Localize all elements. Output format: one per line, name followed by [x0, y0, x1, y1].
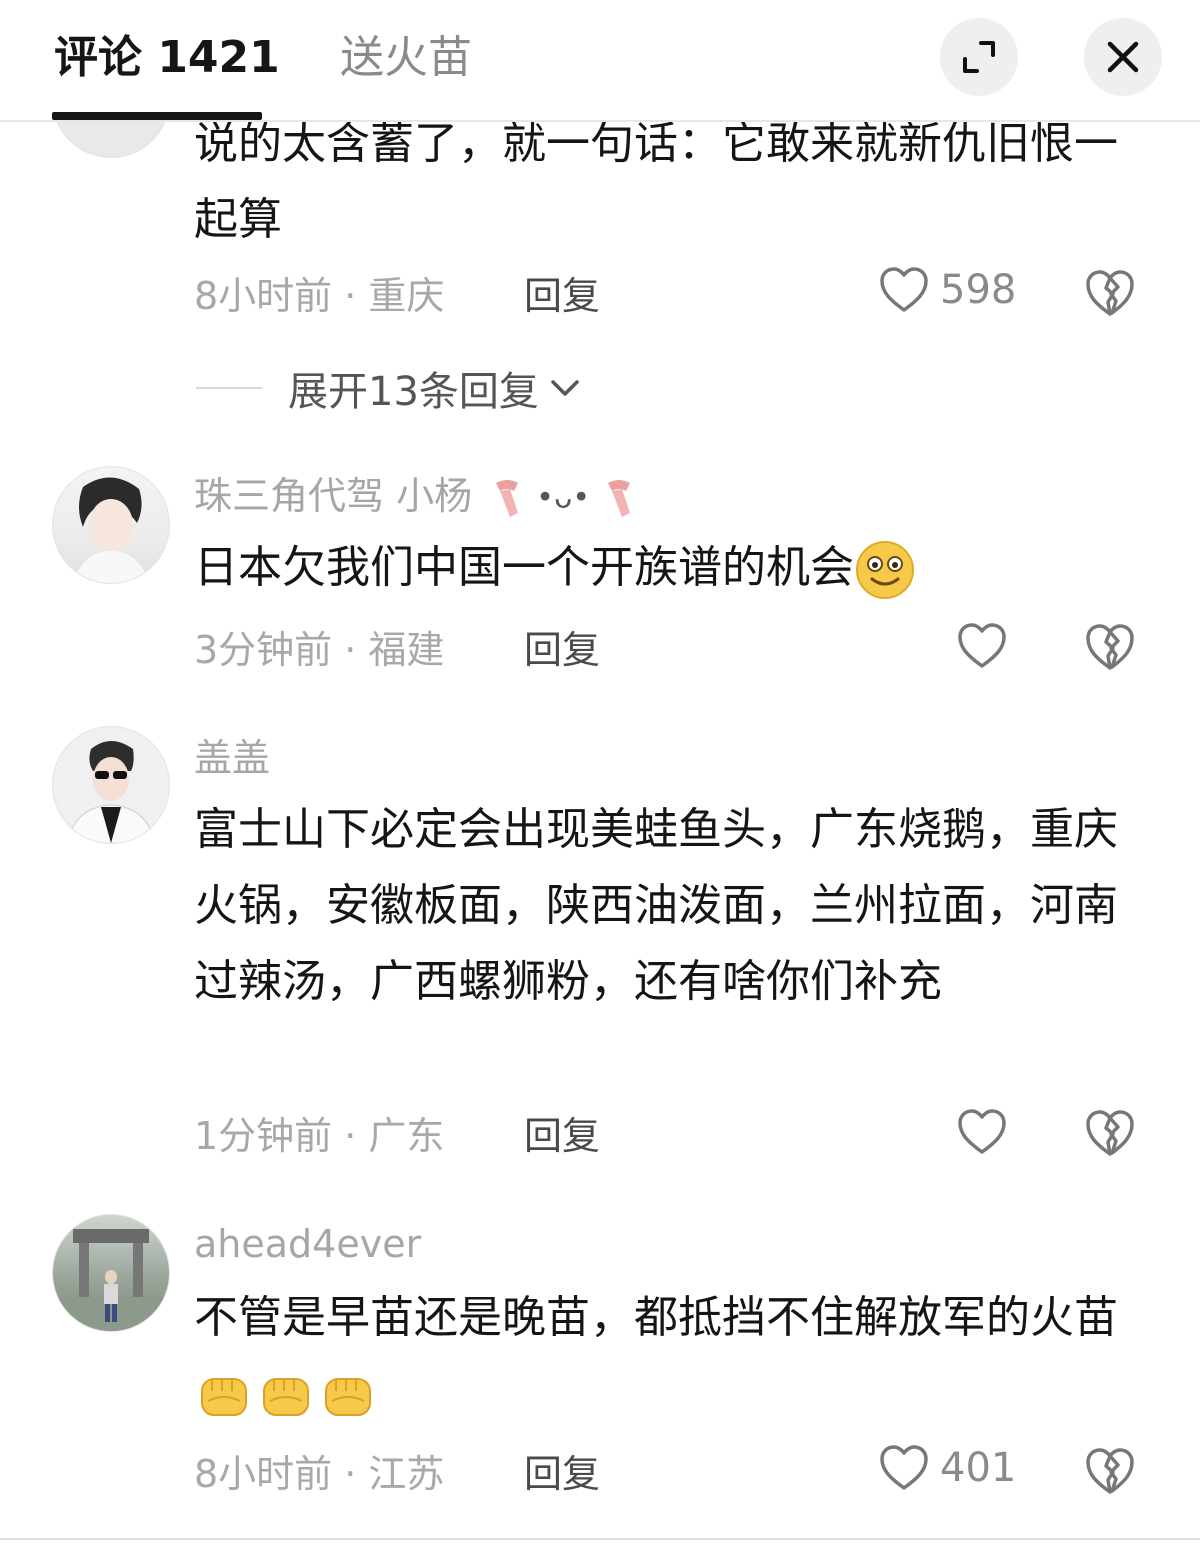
- reply-button[interactable]: 回复: [524, 272, 600, 320]
- like-button[interactable]: 598: [878, 266, 1016, 314]
- comment-meta: 8小时前 · 重庆: [194, 274, 445, 318]
- comment-text: 富士山下必定会出现美蛙鱼头，广东烧鹅，重庆火锅，安徽板面，陕西油泼面，兰州拉面，…: [194, 804, 1118, 1007]
- avatar-image: [53, 1229, 169, 1331]
- like-count: 598: [940, 267, 1017, 313]
- active-tab-indicator: [52, 112, 262, 120]
- bottom-divider: [0, 1538, 1200, 1540]
- fist-emoji-icon: [325, 1378, 371, 1416]
- expand-icon: [963, 41, 995, 73]
- dislike-button[interactable]: [1084, 622, 1136, 676]
- comment-text: 不管是早苗还是晚苗，都抵挡不住解放军的火苗: [194, 1280, 1154, 1432]
- expand-replies[interactable]: 展开13条回复: [196, 362, 583, 415]
- comment-text: 日本欠我们中国一个开族谱的机会: [194, 530, 1154, 606]
- avatar[interactable]: [52, 466, 170, 584]
- username: 盖盖: [194, 736, 271, 780]
- reply-button[interactable]: 回复: [524, 1112, 600, 1160]
- reply-button[interactable]: 回复: [524, 626, 600, 674]
- avatar[interactable]: [52, 726, 170, 844]
- expand-divider: [196, 387, 262, 389]
- smiley-emoji-icon: [856, 541, 914, 599]
- kaomoji-icon: •ᴗ•: [536, 480, 591, 516]
- like-button[interactable]: 401: [878, 1444, 1016, 1492]
- scarf-icon: [608, 479, 631, 517]
- comment-meta: 1分钟前 · 广东: [194, 1114, 445, 1158]
- fist-emoji-icon: [263, 1378, 309, 1416]
- heart-icon: [958, 1109, 1006, 1154]
- broken-heart-icon: [1086, 624, 1134, 670]
- like-button[interactable]: [956, 1108, 1008, 1156]
- comment-text-body: 不管是早苗还是晚苗，都抵挡不住解放军的火苗: [194, 1292, 1118, 1343]
- close-icon: [1107, 41, 1139, 73]
- chevron-down-icon: [551, 380, 579, 396]
- heart-icon: [958, 623, 1006, 668]
- scarf-icon: [496, 479, 519, 517]
- username: 珠三角代驾 小杨 •ᴗ•: [194, 472, 636, 523]
- dislike-button[interactable]: [1084, 1108, 1136, 1162]
- dislike-button[interactable]: [1084, 268, 1136, 322]
- tab-comments[interactable]: 评论 1421: [54, 30, 280, 86]
- expand-replies-label: 展开13条回复: [288, 369, 539, 415]
- broken-heart-icon: [1086, 270, 1134, 316]
- avatar-image: [73, 477, 149, 583]
- heart-icon: [880, 1445, 928, 1490]
- like-count: 401: [940, 1445, 1017, 1491]
- comment-text: 说的太含蓄了，就一句话：它敢来就新仇旧恨一起算: [194, 118, 1118, 245]
- expand-button[interactable]: [940, 18, 1018, 96]
- fist-emoji-icon: [201, 1378, 247, 1416]
- comment-meta: 3分钟前 · 福建: [194, 628, 445, 672]
- broken-heart-icon: [1086, 1110, 1134, 1156]
- broken-heart-icon: [1086, 1448, 1134, 1494]
- dislike-button[interactable]: [1084, 1446, 1136, 1500]
- close-button[interactable]: [1084, 18, 1162, 96]
- comments-header: 评论 1421 送火苗: [0, 0, 1200, 122]
- username-text: 珠三角代驾 小杨: [194, 474, 473, 518]
- avatar[interactable]: [52, 1214, 170, 1332]
- avatar-image: [66, 741, 156, 843]
- reply-button[interactable]: 回复: [524, 1450, 600, 1498]
- heart-icon: [880, 267, 928, 312]
- tab-send-fire[interactable]: 送火苗: [340, 30, 472, 86]
- comment-meta: 8小时前 · 江苏: [194, 1452, 445, 1496]
- username: ahead4ever: [194, 1222, 422, 1266]
- like-button[interactable]: [956, 622, 1008, 670]
- comment-text-body: 日本欠我们中国一个开族谱的机会: [194, 542, 854, 593]
